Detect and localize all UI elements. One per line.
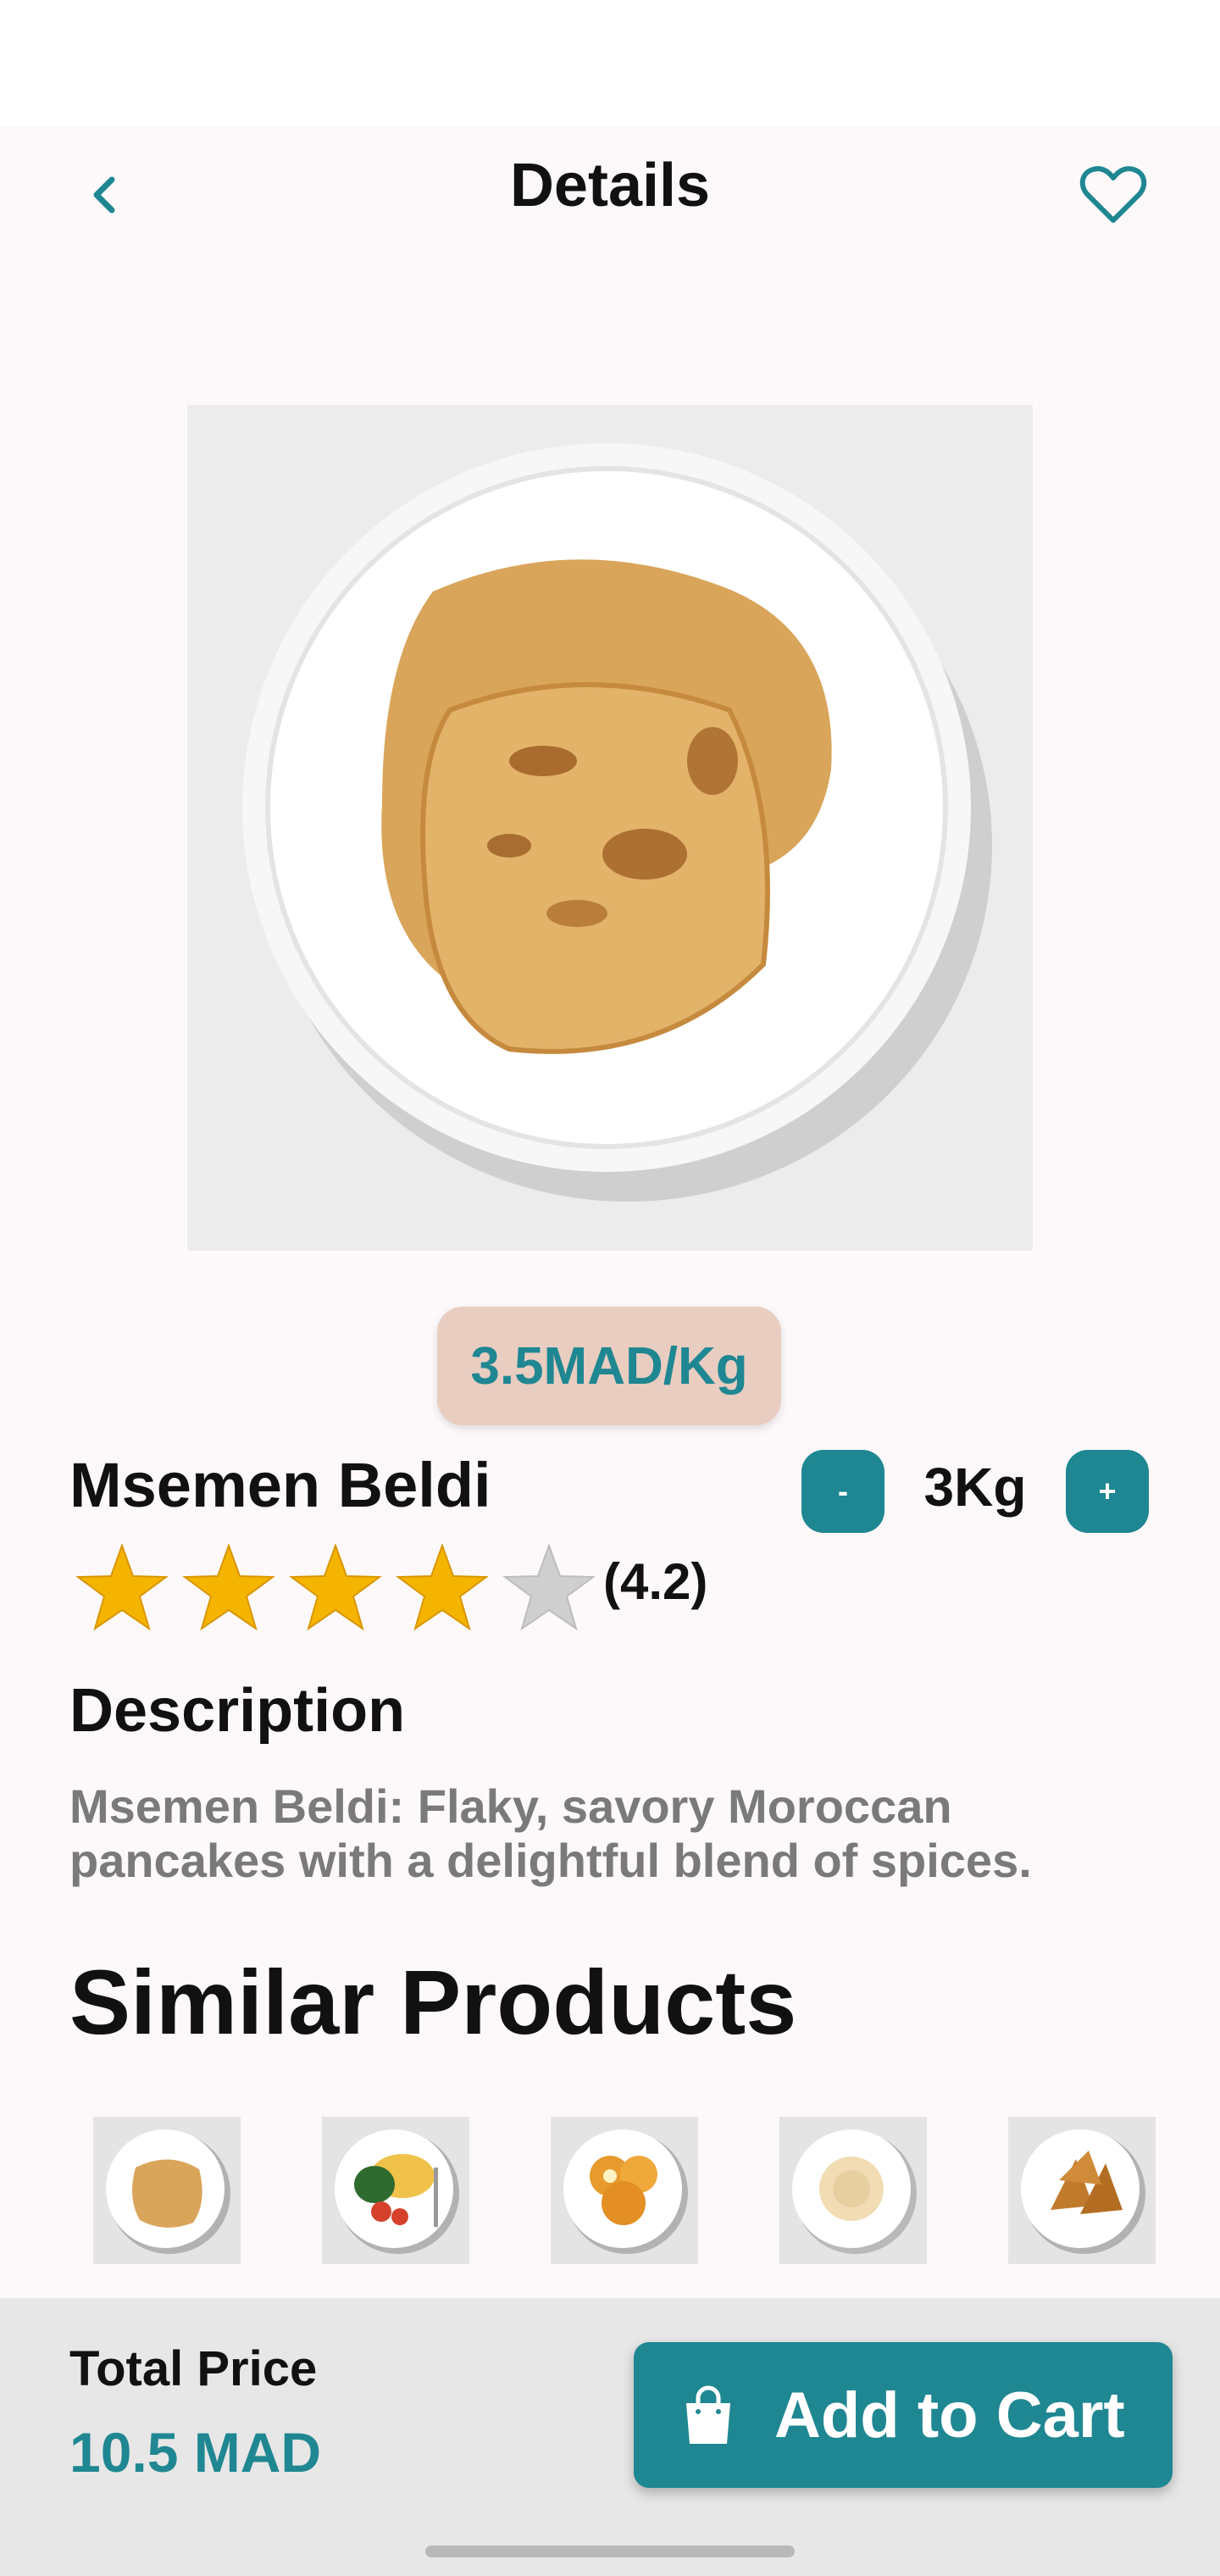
similar-product-msemen[interactable]: [93, 2117, 241, 2264]
quantity-value: 3Kg: [923, 1457, 1027, 1518]
similar-product-fried-pastries[interactable]: [551, 2117, 698, 2264]
increase-quantity-button[interactable]: +: [1066, 1450, 1149, 1533]
total-price-label: Total Price: [69, 2341, 318, 2396]
similar-product-samosas[interactable]: [1008, 2117, 1156, 2264]
star-empty-icon: [502, 1542, 596, 1637]
add-to-cart-label: Add to Cart: [774, 2379, 1125, 2451]
heart-outline-icon: [1079, 166, 1147, 223]
favorite-button[interactable]: [1076, 161, 1151, 229]
price-badge: 3.5MAD/Kg: [437, 1307, 781, 1425]
similar-product-omelette-plate[interactable]: [322, 2117, 469, 2264]
star-filled-icon: [181, 1542, 276, 1637]
star-filled-icon: [395, 1542, 490, 1637]
page-title: Details: [509, 152, 711, 219]
total-price-value: 10.5 MAD: [69, 2421, 322, 2484]
shopping-bag-icon: [686, 2385, 730, 2444]
description-text: Msemen Beldi: Flaky, savory Moroccan pan…: [69, 1779, 1032, 1887]
description-title: Description: [69, 1677, 406, 1745]
price-per-unit: 3.5MAD/Kg: [470, 1336, 748, 1396]
rating-value: (4.2): [603, 1553, 708, 1610]
add-to-cart-button[interactable]: Add to Cart: [634, 2342, 1173, 2488]
decrease-quantity-button[interactable]: -: [801, 1450, 884, 1533]
star-filled-icon: [75, 1542, 169, 1637]
star-filled-icon: [288, 1542, 383, 1637]
product-image: [187, 405, 1033, 1251]
similar-products-title: Similar Products: [69, 1951, 797, 2053]
rating-stars: [75, 1542, 596, 1637]
header: Details: [0, 125, 1220, 253]
similar-product-hummus[interactable]: [779, 2117, 927, 2264]
product-name: Msemen Beldi: [69, 1450, 491, 1520]
msemen-plate-illustration: [187, 405, 1033, 1251]
home-indicator[interactable]: [425, 2545, 795, 2557]
similar-products-list: [93, 2117, 1156, 2264]
status-bar: [0, 0, 1220, 125]
